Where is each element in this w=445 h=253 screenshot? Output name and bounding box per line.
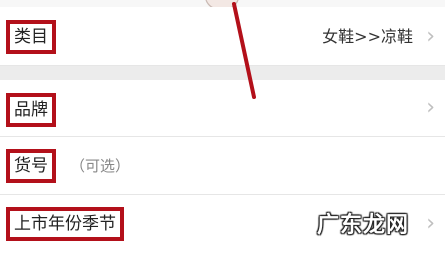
chevron-right-icon: ›	[426, 24, 435, 49]
item-number-hint: （可选）	[70, 157, 131, 175]
chevron-right-icon: ›	[426, 211, 435, 236]
brand-label: 品牌	[6, 93, 56, 127]
category-row[interactable]: 类目 女鞋>>凉鞋 ›	[0, 7, 445, 66]
item-number-label: 货号	[6, 149, 56, 183]
top-strip	[0, 0, 445, 10]
chevron-right-icon: ›	[426, 95, 435, 120]
section-divider	[0, 66, 445, 80]
brand-row[interactable]: 品牌 ›	[0, 80, 445, 137]
item-number-row[interactable]: 货号 （可选）	[0, 137, 445, 195]
season-label: 上市年份季节	[6, 207, 124, 241]
watermark-logo: 广东龙网	[316, 213, 409, 238]
category-label: 类目	[6, 20, 56, 54]
category-value: 女鞋>>凉鞋	[322, 27, 413, 46]
